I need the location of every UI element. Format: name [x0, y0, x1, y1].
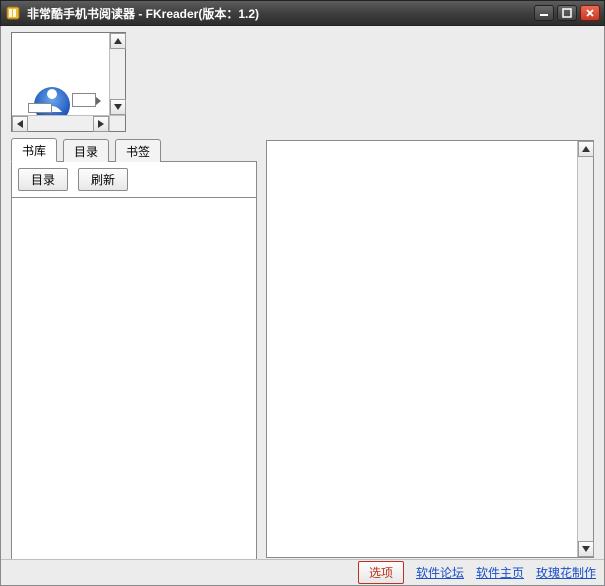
tab-label: 目录	[74, 145, 98, 159]
tab-label: 书签	[126, 145, 150, 159]
toc-button[interactable]: 目录	[18, 168, 68, 191]
content-viewer[interactable]	[266, 140, 594, 558]
tab-library[interactable]: 书库	[11, 138, 57, 162]
minimize-button[interactable]	[534, 5, 554, 21]
tab-label: 书库	[22, 144, 46, 158]
scroll-up-button[interactable]	[110, 33, 126, 49]
app-icon	[5, 5, 21, 21]
title-bar: 非常酷手机书阅读器 - FKreader(版本：1.2)	[0, 0, 605, 26]
scroll-left-button[interactable]	[12, 116, 28, 132]
window-buttons	[534, 5, 600, 21]
tab-toc[interactable]: 目录	[63, 139, 109, 162]
tab-bookmarks[interactable]: 书签	[115, 139, 161, 162]
options-button[interactable]: 选项	[358, 561, 404, 584]
window-title: 非常酷手机书阅读器 - FKreader(版本：1.2)	[27, 5, 534, 22]
library-list[interactable]	[11, 198, 257, 582]
link-forum[interactable]: 软件论坛	[416, 564, 464, 581]
refresh-button[interactable]: 刷新	[78, 168, 128, 191]
scroll-up-button[interactable]	[578, 141, 594, 157]
scroll-down-button[interactable]	[110, 99, 126, 115]
preview-placeholder-icon	[28, 103, 52, 113]
scroll-right-button[interactable]	[93, 116, 109, 132]
scroll-down-button[interactable]	[578, 541, 594, 557]
viewer-vertical-scrollbar[interactable]	[577, 141, 593, 557]
link-rose[interactable]: 玫瑰花制作	[536, 564, 596, 581]
client-area: 书库 目录 书签 目录 刷新 选项 软件论坛 软件主页 玫瑰花制作	[0, 26, 605, 586]
preview-vertical-scrollbar[interactable]	[109, 33, 125, 115]
preview-pane	[11, 32, 126, 132]
close-button[interactable]	[580, 5, 600, 21]
left-toolbar: 目录 刷新	[11, 162, 257, 198]
preview-placeholder-icon	[72, 93, 96, 107]
preview-horizontal-scrollbar[interactable]	[12, 115, 109, 131]
link-home[interactable]: 软件主页	[476, 564, 524, 581]
left-column: 书库 目录 书签 目录 刷新	[11, 140, 257, 582]
maximize-button[interactable]	[557, 5, 577, 21]
tab-strip: 书库 目录 书签	[11, 140, 257, 162]
bottom-bar: 选项 软件论坛 软件主页 玫瑰花制作	[1, 559, 604, 585]
preview-scroll-corner	[109, 115, 125, 131]
